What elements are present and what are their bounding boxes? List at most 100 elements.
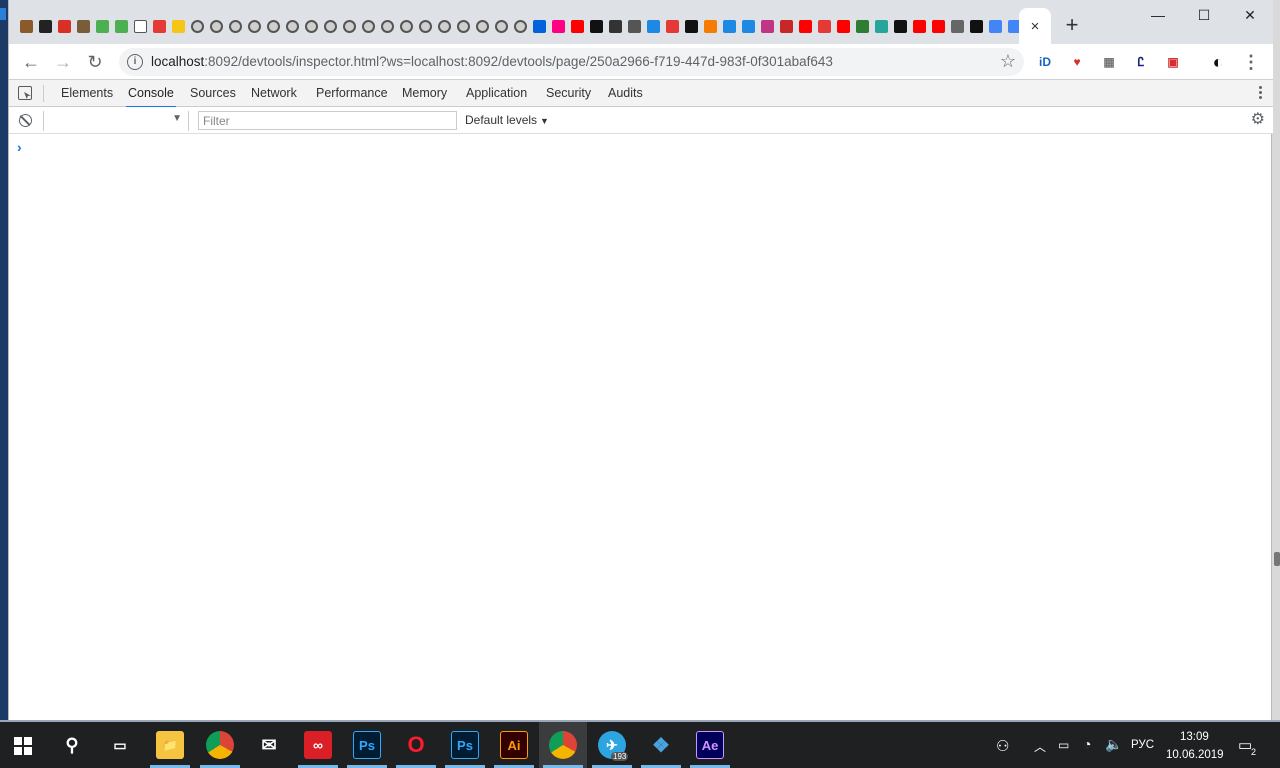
pinned-tab[interactable] [340,16,359,36]
profile-avatar[interactable]: ◐ [1209,53,1227,71]
tab-network[interactable]: Network [249,80,299,107]
pinned-tab[interactable] [359,16,378,36]
pinned-tab[interactable] [302,16,321,36]
maximize-button[interactable]: ☐ [1181,4,1227,26]
clear-console-icon[interactable] [19,114,32,127]
pinned-tab[interactable] [397,16,416,36]
pinned-tab[interactable] [701,16,720,36]
pinned-tab[interactable] [891,16,910,36]
calendar-extension-icon[interactable]: ▣ [1164,53,1182,71]
network-icon[interactable]: ◔ [1083,736,1091,752]
pinned-tab[interactable] [530,16,549,36]
pinned-tab[interactable] [815,16,834,36]
pinned-tab[interactable] [264,16,283,36]
browser-menu-icon[interactable]: ⋮ [1239,50,1263,74]
volume-icon[interactable]: 🔈 [1105,736,1122,753]
chevron-up-icon[interactable]: ︿ [1034,738,1046,755]
pinned-tab[interactable] [663,16,682,36]
tab-security[interactable]: Security [544,80,593,107]
chrome-active-icon[interactable] [549,731,577,759]
tab-performance[interactable]: Performance [314,80,390,107]
gear-icon[interactable]: ⚙ [1251,112,1265,128]
inspect-element-icon[interactable] [18,86,32,100]
photoshop-icon[interactable]: Ps [353,731,381,759]
pinned-tab[interactable] [74,16,93,36]
pinned-tab[interactable] [283,16,302,36]
log-levels-dropdown[interactable]: Default levels ▼ [465,113,549,127]
pinned-tab[interactable] [682,16,701,36]
after-effects-icon[interactable]: Ae [696,731,724,759]
pinned-tab[interactable] [587,16,606,36]
task-view-icon[interactable]: ▭ [106,731,134,759]
pinned-tab[interactable] [948,16,967,36]
pinned-tab[interactable] [55,16,74,36]
pinned-tab[interactable] [112,16,131,36]
pinned-tab[interactable] [245,16,264,36]
url-text[interactable]: localhost:8092/devtools/inspector.html?w… [151,54,833,69]
close-window-button[interactable]: ✕ [1227,4,1273,26]
pinned-tab[interactable] [36,16,55,36]
pinned-tab[interactable] [910,16,929,36]
chrome-icon[interactable] [206,731,234,759]
people-icon[interactable]: ⚇ [996,737,1009,755]
tab-application[interactable]: Application [464,80,529,107]
pinned-tab[interactable] [625,16,644,36]
pinned-tab[interactable] [473,16,492,36]
pinned-tab[interactable] [739,16,758,36]
mail-icon[interactable]: ✉ [255,731,283,759]
incognito-extension-icon[interactable]: ▦ [1100,53,1118,71]
bookmark-star-icon[interactable]: ☆ [1000,51,1016,72]
pinned-tab[interactable] [568,16,587,36]
active-tab[interactable]: × [1019,8,1051,44]
pinned-tab[interactable] [777,16,796,36]
new-tab-button[interactable]: + [1061,14,1083,36]
pinned-tab[interactable] [929,16,948,36]
app-cube-icon[interactable]: ❖ [647,731,675,759]
pinned-tab[interactable] [321,16,340,36]
pinned-tab[interactable] [226,16,245,36]
clock-time[interactable]: 13:09 [1180,731,1209,743]
pinned-tab[interactable] [492,16,511,36]
clock-date[interactable]: 10.06.2019 [1166,749,1224,761]
tab-sources[interactable]: Sources [188,80,238,107]
pinned-tab[interactable] [967,16,986,36]
pinned-tab[interactable] [872,16,891,36]
pinned-tab[interactable] [986,16,1005,36]
pinned-tab[interactable] [644,16,663,36]
minimize-button[interactable]: — [1135,4,1181,26]
reload-button[interactable]: ↻ [83,50,107,74]
language-indicator[interactable]: РУС [1131,739,1154,751]
pinned-tab[interactable] [606,16,625,36]
address-bar[interactable]: i localhost:8092/devtools/inspector.html… [119,48,1024,76]
translate-extension-icon[interactable]: Ꮭ [1132,53,1150,71]
pinned-tab[interactable] [796,16,815,36]
file-explorer-icon[interactable]: 📁 [156,731,184,759]
forward-button[interactable]: → [51,50,75,74]
context-selector[interactable]: ▼ [43,111,189,131]
illustrator-icon[interactable]: Ai [500,731,528,759]
pinned-tab[interactable] [131,16,150,36]
pinned-tab[interactable] [150,16,169,36]
pinned-tab[interactable] [758,16,777,36]
creative-cloud-icon[interactable]: ∞ [304,731,332,759]
console-prompt[interactable]: › [17,139,22,155]
tab-audits[interactable]: Audits [606,80,645,107]
pinned-tab[interactable] [834,16,853,36]
tab-console[interactable]: Console [126,80,176,108]
pinned-tab[interactable] [416,16,435,36]
tab-memory[interactable]: Memory [400,80,449,107]
pinned-tab[interactable] [17,16,36,36]
tab-elements[interactable]: Elements [59,80,115,107]
id-extension-icon[interactable]: iD [1036,53,1054,71]
pinned-tab[interactable] [378,16,397,36]
filter-input[interactable] [198,111,457,130]
pinned-tab[interactable] [93,16,112,36]
pinned-tab[interactable] [188,16,207,36]
close-tab-icon[interactable]: × [1031,19,1040,34]
windows-start-icon[interactable] [14,737,32,755]
back-button[interactable]: ← [19,50,43,74]
opera-icon[interactable]: O [402,731,430,759]
pinned-tab[interactable] [435,16,454,36]
photoshop-icon-2[interactable]: Ps [451,731,479,759]
pinned-tab[interactable] [511,16,530,36]
